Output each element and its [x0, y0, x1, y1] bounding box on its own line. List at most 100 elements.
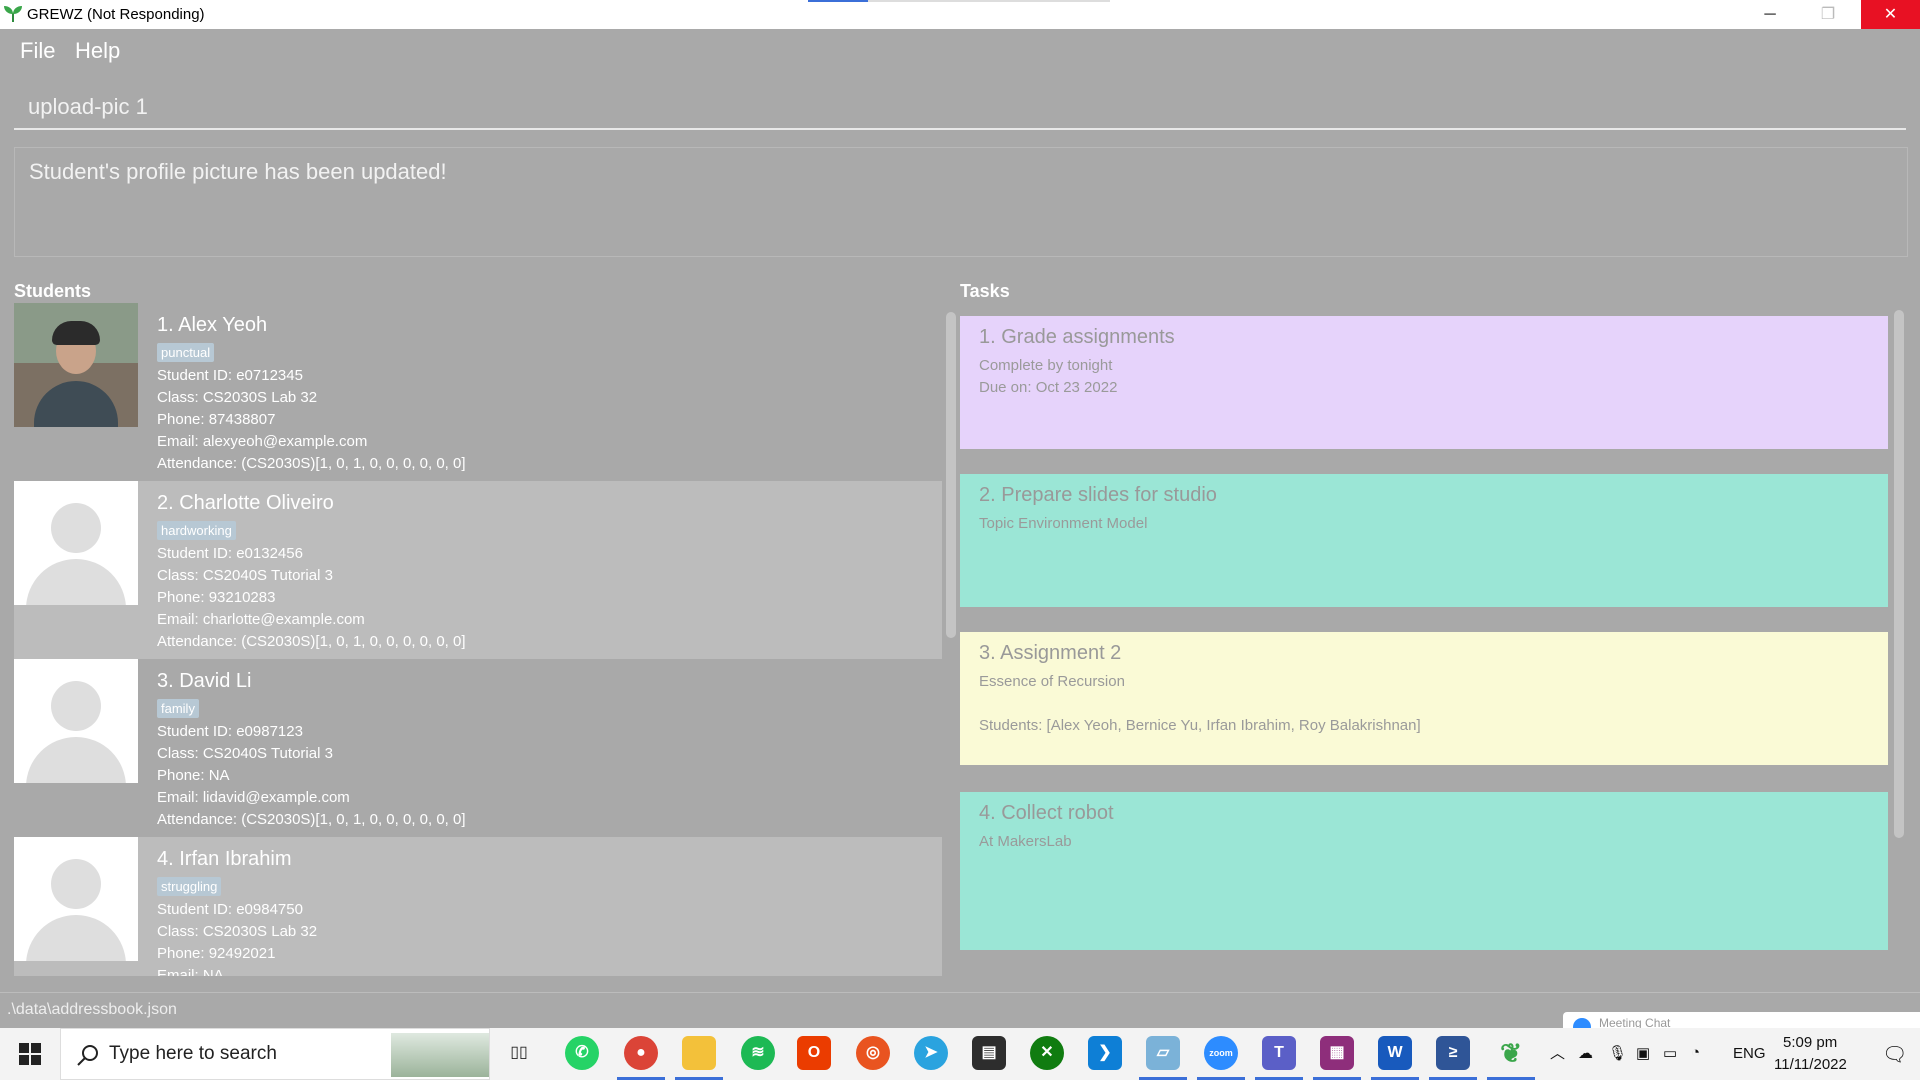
task-card[interactable]: 3. Assignment 2 Essence of Recursion Stu…: [960, 632, 1888, 765]
notes-icon[interactable]: ▱: [1146, 1036, 1180, 1070]
student-photo: [14, 303, 138, 427]
terminal-icon[interactable]: ▤: [972, 1036, 1006, 1070]
student-class: Class: CS2040S Tutorial 3: [157, 745, 333, 762]
telegram-icon[interactable]: ➤: [914, 1036, 948, 1070]
clock-date[interactable]: 11/11/2022: [1774, 1056, 1847, 1073]
student-phone: Phone: 87438807: [157, 411, 276, 428]
student-id: Student ID: e0984750: [157, 901, 303, 918]
students-list[interactable]: 1. Alex Yeoh punctual Student ID: e07123…: [14, 303, 942, 976]
student-attendance: Attendance: (CS2030S)[1, 0, 1, 0, 0, 0, …: [157, 811, 466, 828]
command-input[interactable]: [14, 88, 1920, 126]
taskbar-search[interactable]: Type here to search: [60, 1028, 490, 1080]
student-tag: family: [157, 699, 199, 718]
result-message: Student's profile picture has been updat…: [29, 159, 447, 184]
onedrive-icon[interactable]: ☁: [1578, 1044, 1593, 1062]
student-name: 3. David Li: [157, 670, 252, 692]
task-card[interactable]: 2. Prepare slides for studio Topic Envir…: [960, 474, 1888, 607]
result-display: Student's profile picture has been updat…: [14, 147, 1908, 257]
default-avatar-icon: [14, 481, 138, 605]
student-phone: Phone: 92492021: [157, 945, 276, 962]
student-name: 4. Irfan Ibrahim: [157, 848, 292, 870]
taskview-icon[interactable]: ▯▯: [502, 1036, 536, 1070]
student-tag: struggling: [157, 877, 222, 896]
office-icon[interactable]: O: [797, 1036, 831, 1070]
menu-file[interactable]: File: [20, 38, 55, 64]
chevron-up-icon[interactable]: ︿: [1550, 1042, 1565, 1063]
microphone-icon[interactable]: 🎙: [1608, 1044, 1627, 1062]
student-attendance: Attendance: (CS2030S)[1, 0, 1, 0, 0, 0, …: [157, 633, 466, 650]
meeting-chat-popup[interactable]: Meeting Chat: [1563, 1012, 1920, 1036]
teams-icon[interactable]: T: [1262, 1036, 1296, 1070]
student-card[interactable]: 3. David Li family Student ID: e0987123 …: [14, 659, 942, 837]
data-file-path: .\data\addressbook.json: [7, 1001, 177, 1018]
system-tray: ︿ ☁ 🎙 ▣ ▭ ◔ ENG 5:09 pm 11/11/2022 🗨: [1545, 1028, 1920, 1080]
language-indicator[interactable]: ENG: [1733, 1045, 1766, 1062]
file-explorer-icon[interactable]: [682, 1036, 716, 1070]
word-icon[interactable]: W: [1378, 1036, 1412, 1070]
search-highlight-image: [391, 1033, 489, 1077]
student-class: Class: CS2030S Lab 32: [157, 389, 318, 406]
search-icon: [77, 1045, 98, 1066]
title-indicator-track: [868, 0, 1110, 2]
task-name: 2. Prepare slides for studio: [979, 484, 1217, 506]
windows-icon: [19, 1043, 41, 1065]
student-card[interactable]: 2. Charlotte Oliveiro hardworking Studen…: [14, 481, 942, 659]
search-placeholder: Type here to search: [109, 1043, 277, 1064]
powershell-icon[interactable]: ≥: [1436, 1036, 1470, 1070]
winrar-icon[interactable]: ▦: [1320, 1036, 1354, 1070]
task-description: At MakersLab: [979, 833, 1072, 850]
chrome-icon[interactable]: ●: [624, 1036, 658, 1070]
display-icon[interactable]: ▣: [1636, 1044, 1650, 1062]
task-card[interactable]: 4. Collect robot At MakersLab: [960, 792, 1888, 950]
battery-icon[interactable]: ▭: [1663, 1044, 1677, 1062]
maximize-button[interactable]: ❐: [1799, 0, 1857, 29]
minimize-button[interactable]: ─: [1741, 0, 1799, 29]
student-class: Class: CS2030S Lab 32: [157, 923, 318, 940]
task-name: 4. Collect robot: [979, 802, 1114, 824]
student-email: Email: alexyeoh@example.com: [157, 433, 368, 450]
xbox-icon[interactable]: ✕: [1030, 1036, 1064, 1070]
close-button[interactable]: ✕: [1861, 0, 1920, 29]
app-logo-icon: [4, 6, 22, 22]
wifi-icon[interactable]: ◔: [1691, 1044, 1700, 1061]
task-card[interactable]: 1. Grade assignments Complete by tonight…: [960, 316, 1888, 449]
grewz-icon[interactable]: ❦: [1494, 1036, 1528, 1070]
whatsapp-icon[interactable]: ✆: [565, 1036, 599, 1070]
student-card[interactable]: 1. Alex Yeoh punctual Student ID: e07123…: [14, 303, 942, 481]
student-class: Class: CS2040S Tutorial 3: [157, 567, 333, 584]
start-button[interactable]: [0, 1028, 60, 1080]
student-id: Student ID: e0132456: [157, 545, 303, 562]
student-id: Student ID: e0987123: [157, 723, 303, 740]
students-scrollbar[interactable]: [946, 312, 956, 638]
task-description: Topic Environment Model: [979, 515, 1148, 532]
taskbar: Type here to search ▯▯ ✆ ● ≋ O ◎ ➤ ▤ ✕ ❯…: [0, 1028, 1920, 1080]
window-title: GREWZ (Not Responding): [27, 6, 205, 23]
student-email: Email: NA: [157, 967, 224, 976]
student-card[interactable]: 4. Irfan Ibrahim struggling Student ID: …: [14, 837, 942, 976]
vscode-icon[interactable]: ❯: [1088, 1036, 1122, 1070]
title-indicator: [808, 0, 868, 2]
notifications-icon[interactable]: 🗨: [1882, 1042, 1907, 1067]
menu-bar: File Help: [0, 29, 1920, 73]
student-id: Student ID: e0712345: [157, 367, 303, 384]
menu-help[interactable]: Help: [75, 38, 120, 64]
student-name: 1. Alex Yeoh: [157, 314, 268, 336]
students-panel-title: Students: [14, 281, 92, 301]
tasks-list[interactable]: 1. Grade assignments Complete by tonight…: [960, 310, 1888, 976]
zoom-icon[interactable]: zoom: [1204, 1036, 1238, 1070]
tasks-panel-title: Tasks: [960, 281, 1010, 301]
clock-time[interactable]: 5:09 pm: [1783, 1034, 1837, 1051]
student-email: Email: lidavid@example.com: [157, 789, 350, 806]
task-description: Complete by tonight: [979, 357, 1113, 374]
default-avatar-icon: [14, 659, 138, 783]
spotify-icon[interactable]: ≋: [741, 1036, 775, 1070]
student-phone: Phone: 93210283: [157, 589, 276, 606]
task-description: Essence of Recursion: [979, 673, 1125, 690]
command-box: [14, 88, 1920, 130]
student-phone: Phone: NA: [157, 767, 230, 784]
tasks-scrollbar[interactable]: [1894, 310, 1904, 838]
student-tag: hardworking: [157, 521, 236, 540]
task-name: 3. Assignment 2: [979, 642, 1122, 664]
task-students: Students: [Alex Yeoh, Bernice Yu, Irfan …: [979, 717, 1421, 734]
ubuntu-icon[interactable]: ◎: [856, 1036, 890, 1070]
